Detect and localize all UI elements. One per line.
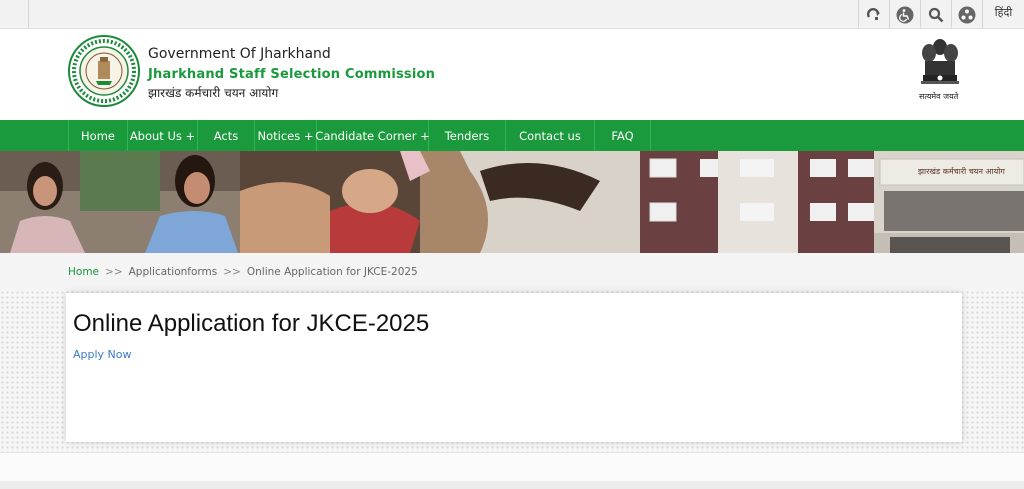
site-header: Government Of Jharkhand Jharkhand Staff …: [0, 29, 1024, 120]
skip-content-button[interactable]: [858, 0, 889, 29]
topbar-divider: [28, 0, 29, 29]
sitemap-icon: [958, 6, 976, 23]
national-emblem: सत्यमेव जयते: [916, 37, 964, 107]
breadcrumb-home[interactable]: Home: [68, 266, 99, 278]
breadcrumb-separator: >>: [105, 266, 123, 278]
breadcrumb: Home >> Applicationforms >> Online Applicati…: [0, 253, 1024, 290]
breadcrumb-separator: >>: [223, 266, 241, 278]
banner-image: [0, 151, 1024, 253]
topbar-tools: हिंदी: [858, 0, 1024, 29]
main-nav: Home About Us + Acts Notices + Candidate…: [0, 120, 1024, 151]
nav-about-us[interactable]: About Us +: [128, 120, 198, 151]
emblem-caption: सत्यमेव जयते: [919, 92, 959, 101]
search-button[interactable]: [920, 0, 951, 29]
government-line: Government Of Jharkhand: [148, 46, 331, 62]
footer-strip: mv: [0, 452, 1024, 489]
nav-list: Home About Us + Acts Notices + Candidate…: [68, 120, 651, 151]
organisation-name: Government Of Jharkhand Jharkhand Staff …: [148, 45, 435, 102]
skip-content-icon: [866, 7, 880, 20]
top-utility-bar: हिंदी: [0, 0, 1024, 29]
breadcrumb-row: Home >> Applicationforms >> Online Applicati…: [68, 266, 418, 278]
ashoka-emblem-icon: [921, 39, 959, 84]
content-card: Online Application for JKCE-2025 Apply N…: [66, 293, 962, 442]
breadcrumb-applicationforms[interactable]: Applicationforms: [129, 266, 218, 278]
hero-banner: झारखंड कर्मचारी चयन आयोग: [0, 151, 1024, 253]
search-icon: [928, 7, 944, 22]
accessibility-button[interactable]: [889, 0, 920, 29]
nav-faq[interactable]: FAQ: [595, 120, 651, 151]
commission-name[interactable]: Jharkhand Staff Selection Commission: [148, 64, 435, 85]
language-toggle[interactable]: हिंदी: [982, 0, 1024, 29]
sitemap-button[interactable]: [951, 0, 982, 29]
page-title: Online Application for JKCE-2025: [73, 310, 430, 337]
nav-contact-us[interactable]: Contact us: [506, 120, 595, 151]
footer-band: [0, 481, 1024, 489]
breadcrumb-current: Online Application for JKCE-2025: [246, 266, 418, 278]
commission-name-hindi: झारखंड कर्मचारी चयन आयोग: [148, 86, 279, 100]
accessibility-icon: [896, 6, 914, 23]
nav-candidate-corner[interactable]: Candidate Corner +: [315, 120, 430, 151]
nav-home[interactable]: Home: [68, 120, 128, 151]
building-sign-text: झारखंड कर्मचारी चयन आयोग: [918, 167, 1005, 176]
apply-now-link[interactable]: Apply Now: [73, 348, 132, 361]
nav-tenders[interactable]: Tenders: [429, 120, 506, 151]
nav-notices[interactable]: Notices +: [255, 120, 317, 151]
nav-acts[interactable]: Acts: [198, 120, 255, 151]
jharkhand-seal-icon[interactable]: [68, 35, 140, 107]
